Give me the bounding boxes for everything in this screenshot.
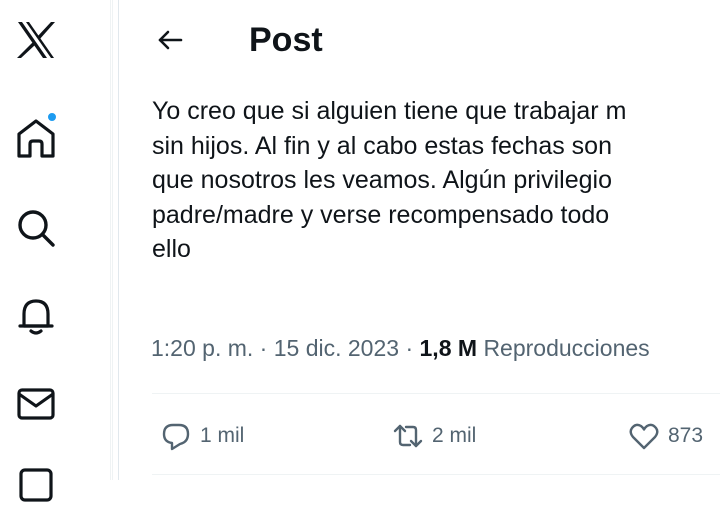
repost-count: 2 mil <box>432 424 477 447</box>
divider <box>152 393 720 394</box>
page-title: Post <box>249 21 323 59</box>
tweet-text-line: que nosotros les veamos. Algún privilegi… <box>152 166 612 194</box>
mail-icon[interactable] <box>14 382 58 426</box>
repost-icon <box>393 424 423 448</box>
tweet-text-line: Yo creo que si alguien tiene que trabaja… <box>152 97 627 125</box>
like-count: 873 <box>668 424 704 447</box>
bell-icon[interactable] <box>14 294 58 338</box>
search-icon[interactable] <box>14 206 58 250</box>
tweet-text-line: padre/madre y verse recompensado todo <box>152 200 610 229</box>
like-button[interactable]: 873 <box>628 414 703 458</box>
column-border <box>118 0 119 480</box>
arrow-left-icon <box>158 30 183 50</box>
reply-icon <box>162 423 190 451</box>
tweet-text: Yo creo que si alguien tiene que trabaja… <box>152 94 720 267</box>
repost-button[interactable]: 2 mil <box>392 414 476 458</box>
back-button[interactable] <box>148 18 192 62</box>
action-bar: 1 mil 2 mil 873 <box>124 414 720 458</box>
views-label: Reproducciones <box>483 335 650 361</box>
tweet-text-line: sin hijos. Al fin y al cabo estas fechas… <box>152 131 612 160</box>
reply-count: 1 mil <box>200 424 245 447</box>
reply-button[interactable]: 1 mil <box>160 414 244 458</box>
like-icon <box>629 423 659 450</box>
tweet-meta: 1:20 p. m. · 15 dic. 2023 · 1,8 M Reprod… <box>151 332 650 364</box>
tweet-date: 15 dic. 2023 <box>273 335 400 361</box>
divider <box>152 474 720 475</box>
column-border <box>112 0 113 480</box>
tweet-text-line: ello <box>152 235 191 263</box>
x-logo-icon[interactable] <box>14 18 58 62</box>
tweet-timestamp[interactable]: 1:20 p. m. · 15 dic. 2023 <box>151 335 399 361</box>
views-count: 1,8 M <box>419 335 478 361</box>
more-icon[interactable] <box>14 466 58 510</box>
sidebar-nav <box>0 0 111 502</box>
notification-dot <box>46 111 58 123</box>
meta-separator: · <box>405 335 414 361</box>
post-detail: Post Yo creo que si alguien tiene que tr… <box>124 0 720 480</box>
meta-separator: · <box>259 335 268 361</box>
tweet-time: 1:20 p. m. <box>151 335 254 361</box>
